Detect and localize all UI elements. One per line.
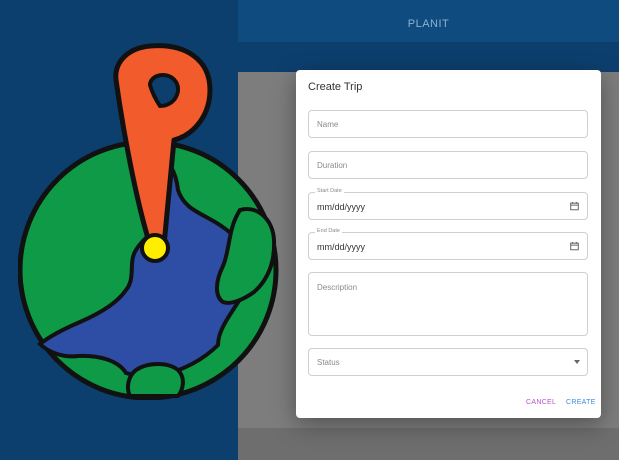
- status-placeholder: Status: [317, 358, 340, 367]
- end-date-value: mm/dd/yyyy: [317, 242, 366, 252]
- dropdown-arrow-icon: [574, 360, 580, 364]
- app-title: PLANIT: [407, 18, 450, 30]
- duration-field[interactable]: Duration: [308, 151, 588, 179]
- calendar-icon[interactable]: [570, 201, 579, 211]
- create-button[interactable]: CREATE: [566, 399, 596, 406]
- create-trip-dialog: Create Trip Name Duration Start Date mm/…: [296, 70, 601, 418]
- end-date-label: End Date: [315, 228, 342, 234]
- dialog-title: Create Trip: [308, 81, 363, 93]
- calendar-icon[interactable]: [570, 241, 579, 251]
- start-date-label: Start Date: [315, 188, 344, 194]
- description-field[interactable]: Description: [308, 272, 588, 336]
- name-placeholder: Name: [317, 120, 339, 129]
- name-field[interactable]: Name: [308, 110, 588, 138]
- backdrop-shade: [238, 428, 619, 460]
- start-date-value: mm/dd/yyyy: [317, 202, 366, 212]
- globe-pin-logo: [18, 43, 279, 400]
- dialog-actions: CANCEL CREATE: [296, 399, 601, 411]
- app-bar: PLANIT: [238, 0, 619, 42]
- status-select[interactable]: Status: [308, 348, 588, 376]
- description-placeholder: Description: [317, 283, 358, 292]
- end-date-field[interactable]: End Date mm/dd/yyyy: [308, 228, 588, 260]
- start-date-field[interactable]: Start Date mm/dd/yyyy: [308, 188, 588, 220]
- cancel-button[interactable]: CANCEL: [526, 399, 556, 406]
- duration-placeholder: Duration: [317, 161, 348, 170]
